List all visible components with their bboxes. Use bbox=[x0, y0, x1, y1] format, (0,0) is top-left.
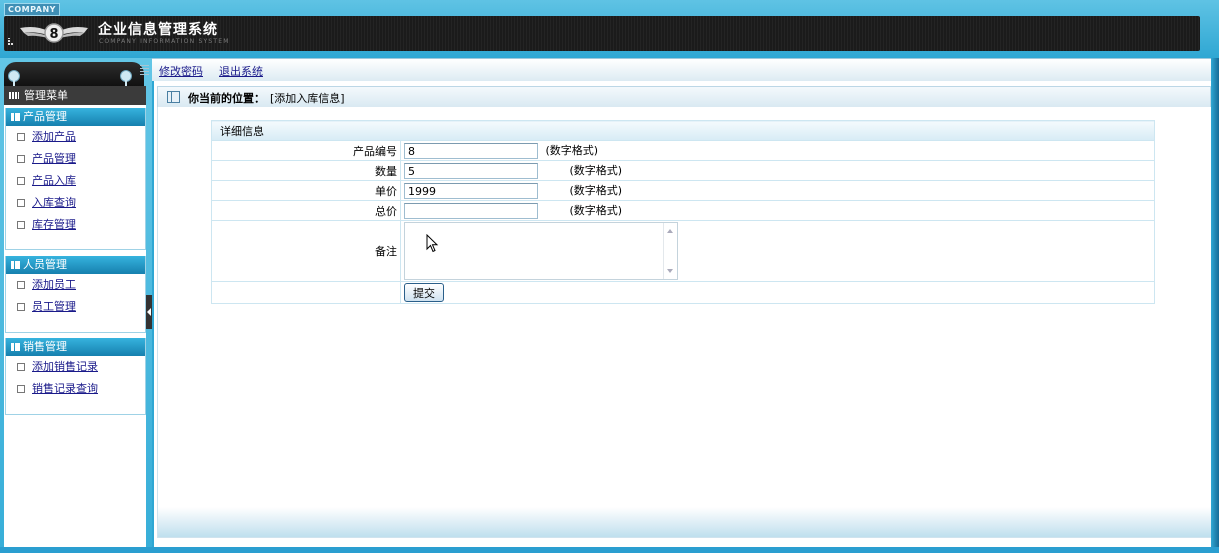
pin-icon bbox=[120, 70, 132, 86]
menu-group-header[interactable]: 产品管理 bbox=[6, 108, 145, 126]
mouse-pointer-icon bbox=[426, 234, 439, 253]
sidebar-item-stock-in-query[interactable]: 入库查询 bbox=[6, 192, 145, 214]
menu-title: 管理菜单 bbox=[24, 89, 68, 102]
sidebar-item-staff-manage[interactable]: 员工管理 bbox=[6, 296, 145, 318]
menu-group-products: 产品管理 添加产品 产品管理 产品入库 入库查询 库存管理 bbox=[5, 108, 146, 250]
sidebar-link[interactable]: 产品入库 bbox=[32, 174, 76, 187]
logo-glyph: 8 bbox=[49, 27, 58, 42]
sidebar-link[interactable]: 销售记录查询 bbox=[32, 382, 98, 395]
change-password-link[interactable]: 修改密码 bbox=[159, 63, 203, 79]
company-tag: COMPANY bbox=[4, 3, 60, 16]
breadcrumb-value: [添加入库信息] bbox=[270, 92, 345, 105]
main-frame: 你当前的位置： [添加入库信息] 详细信息 产品编号 (数字格式) 数量 (数字… bbox=[152, 81, 1213, 547]
form-row: 产品编号 (数字格式) bbox=[211, 140, 1155, 161]
menu-group-title: 销售管理 bbox=[23, 340, 67, 353]
product-id-input[interactable] bbox=[404, 143, 538, 159]
remark-label: 备注 bbox=[211, 220, 401, 282]
unit-price-hint: (数字格式) bbox=[569, 184, 623, 197]
form-row: 备注 bbox=[211, 220, 1155, 282]
window-icon bbox=[167, 91, 180, 103]
unit-price-input[interactable] bbox=[404, 183, 538, 199]
app-subtitle: COMPANY INFORMATION SYSTEM bbox=[99, 38, 230, 45]
menu-title-bar: 管理菜单 bbox=[4, 86, 146, 105]
header-bar: COMPANY 8 企业信息管理系统 COMPANY INFORMATION S… bbox=[0, 0, 1219, 58]
sidebar-link[interactable]: 产品管理 bbox=[32, 152, 76, 165]
item-icon bbox=[17, 221, 25, 229]
total-price-label: 总价 bbox=[211, 200, 401, 221]
item-icon bbox=[17, 281, 25, 289]
product-id-label: 产品编号 bbox=[211, 140, 401, 161]
bottom-strip bbox=[0, 547, 1219, 553]
remark-textarea[interactable] bbox=[404, 222, 678, 280]
item-icon bbox=[17, 385, 25, 393]
form-row: 数量 (数字格式) bbox=[211, 160, 1155, 181]
detail-form-table: 详细信息 产品编号 (数字格式) 数量 (数字格式) 单价 (数字格式) 总价 bbox=[211, 120, 1155, 304]
logout-link[interactable]: 退出系统 bbox=[219, 63, 263, 79]
sidebar-link[interactable]: 库存管理 bbox=[32, 218, 76, 231]
sidebar-item-inventory[interactable]: 库存管理 bbox=[6, 214, 145, 236]
total-price-hint: (数字格式) bbox=[569, 204, 623, 217]
app-title: 企业信息管理系统 bbox=[98, 22, 218, 38]
quantity-label: 数量 bbox=[211, 160, 401, 181]
form-row: 总价 (数字格式) bbox=[211, 200, 1155, 221]
logo-dots-icon bbox=[8, 38, 13, 45]
form-cell: (数字格式) bbox=[400, 140, 1155, 161]
item-icon bbox=[17, 199, 25, 207]
item-icon bbox=[17, 363, 25, 371]
sidebar-item-product-manage[interactable]: 产品管理 bbox=[6, 148, 145, 170]
menu-group-title: 产品管理 bbox=[23, 110, 67, 123]
sidebar-link[interactable]: 员工管理 bbox=[32, 300, 76, 313]
menu-group-staff: 人员管理 添加员工 员工管理 bbox=[5, 256, 146, 333]
sidebar-link[interactable]: 添加销售记录 bbox=[32, 360, 98, 373]
product-id-hint: (数字格式) bbox=[545, 144, 599, 157]
form-cell: (数字格式) bbox=[400, 180, 1155, 201]
item-icon bbox=[17, 303, 25, 311]
group-icon bbox=[11, 261, 20, 269]
item-icon bbox=[17, 155, 25, 163]
pin-icon bbox=[8, 70, 20, 86]
quantity-input[interactable] bbox=[404, 163, 538, 179]
menu-grid-icon bbox=[9, 92, 19, 99]
item-icon bbox=[17, 133, 25, 141]
winged-logo-icon: 8 bbox=[20, 23, 88, 43]
sidebar-item-sale-query[interactable]: 销售记录查询 bbox=[6, 378, 145, 400]
sidebar-item-add-staff[interactable]: 添加员工 bbox=[6, 274, 145, 296]
empty-cell bbox=[211, 281, 401, 304]
top-toolbar: 修改密码 退出系统 bbox=[140, 58, 1212, 83]
form-cell: (数字格式) bbox=[400, 200, 1155, 221]
form-cell: 提交 bbox=[400, 281, 1155, 304]
total-price-input[interactable] bbox=[404, 203, 538, 219]
form-row: 提交 bbox=[211, 281, 1155, 304]
toolbar-grip-icon bbox=[140, 65, 149, 75]
section-title: 详细信息 bbox=[211, 120, 1155, 141]
sidebar-head bbox=[4, 62, 144, 86]
form-header-row: 详细信息 bbox=[211, 120, 1155, 141]
menu-panel: 产品管理 添加产品 产品管理 产品入库 入库查询 库存管理 人员管理 添加员工 … bbox=[4, 105, 146, 553]
textarea-scrollbar[interactable] bbox=[663, 223, 677, 279]
breadcrumb-label: 你当前的位置： bbox=[188, 92, 265, 105]
form-cell bbox=[400, 220, 1155, 282]
unit-price-label: 单价 bbox=[211, 180, 401, 201]
sidebar-link[interactable]: 入库查询 bbox=[32, 196, 76, 209]
group-icon bbox=[11, 113, 20, 121]
menu-group-header[interactable]: 销售管理 bbox=[6, 338, 145, 356]
item-icon bbox=[17, 177, 25, 185]
banner: 8 企业信息管理系统 COMPANY INFORMATION SYSTEM bbox=[4, 16, 1200, 51]
group-icon bbox=[11, 343, 20, 351]
left-sidebar: 管理菜单 产品管理 添加产品 产品管理 产品入库 入库查询 库存管理 人员管理 … bbox=[0, 58, 152, 553]
sidebar-link[interactable]: 添加员工 bbox=[32, 278, 76, 291]
breadcrumb: 你当前的位置： [添加入库信息] bbox=[157, 86, 1211, 108]
sidebar-item-add-product[interactable]: 添加产品 bbox=[6, 126, 145, 148]
menu-group-sales: 销售管理 添加销售记录 销售记录查询 bbox=[5, 338, 146, 415]
menu-group-header[interactable]: 人员管理 bbox=[6, 256, 145, 274]
submit-button[interactable]: 提交 bbox=[404, 283, 444, 302]
menu-group-title: 人员管理 bbox=[23, 258, 67, 271]
sidebar-item-product-stock-in[interactable]: 产品入库 bbox=[6, 170, 145, 192]
right-frame-edge bbox=[1211, 58, 1219, 553]
sidebar-item-add-sale[interactable]: 添加销售记录 bbox=[6, 356, 145, 378]
form-cell: (数字格式) bbox=[400, 160, 1155, 181]
quantity-hint: (数字格式) bbox=[569, 164, 623, 177]
form-row: 单价 (数字格式) bbox=[211, 180, 1155, 201]
sidebar-link[interactable]: 添加产品 bbox=[32, 130, 76, 143]
